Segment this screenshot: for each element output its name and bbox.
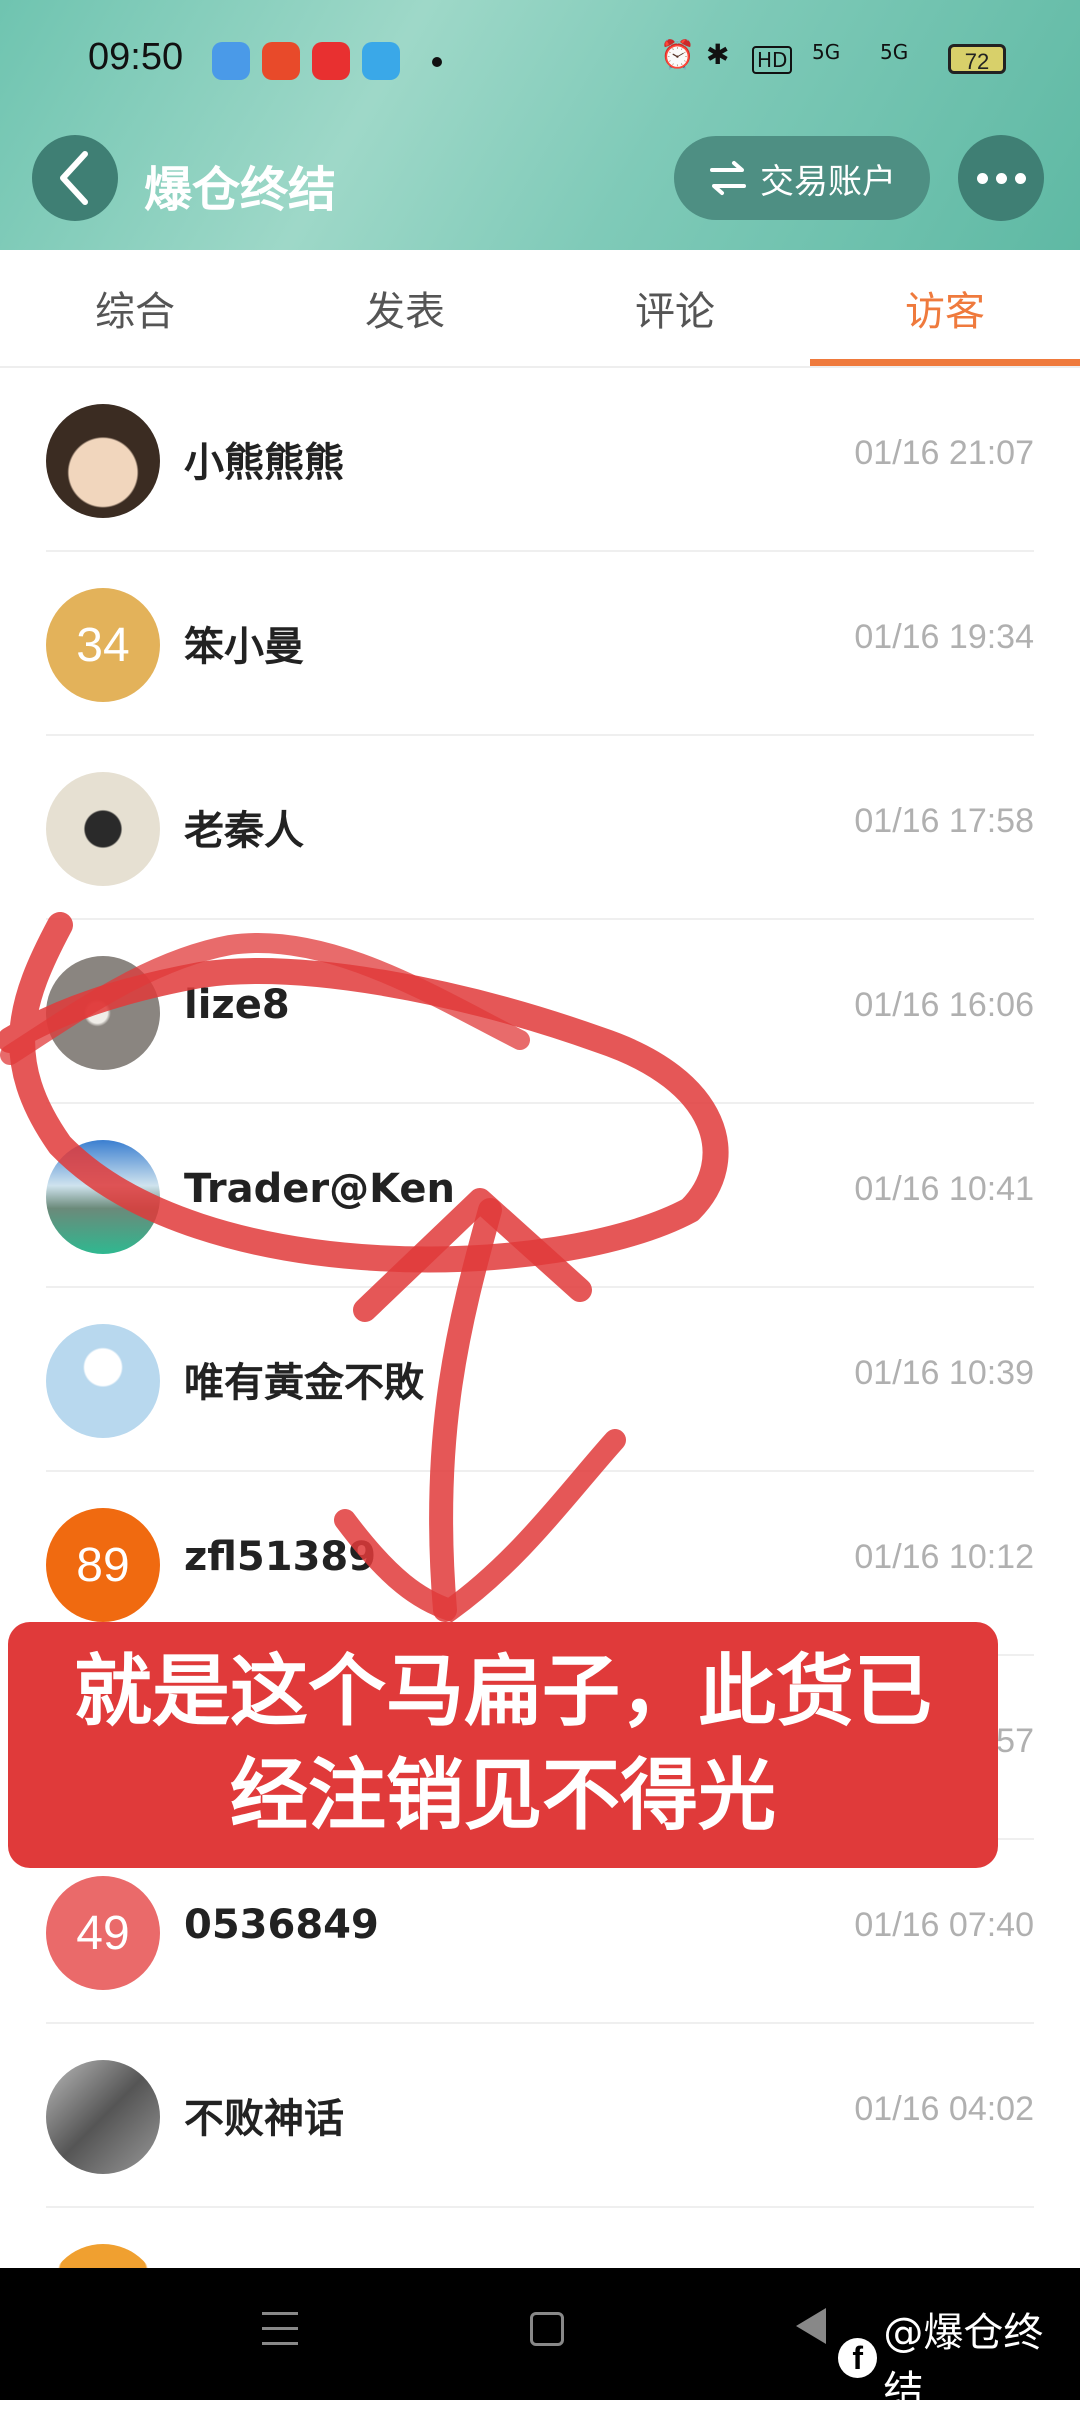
list-item[interactable]: 唯有黃金不敗 01/16 10:39	[0, 1288, 1080, 1472]
visit-time: 01/16 19:34	[854, 618, 1034, 656]
avatar: 49	[46, 1876, 160, 1990]
visitor-name: 笨小曼	[184, 624, 304, 670]
avatar: 34	[46, 588, 160, 702]
status-bar: 09:50 ⏰ ✱ HD 5G 5G 72	[0, 0, 1080, 125]
visit-time: 01/16 10:12	[854, 1538, 1034, 1576]
visitor-name: 唯有黃金不敗	[184, 1360, 424, 1406]
signal-5g-icon: 5G	[812, 40, 841, 64]
visitor-name: 不败神话	[184, 2096, 344, 2142]
facebook-icon: f	[838, 2338, 878, 2378]
chevron-left-icon	[60, 151, 88, 205]
page-title: 爆仓终结	[144, 162, 337, 218]
list-item[interactable]: 不败神话 01/16 04:02	[0, 2024, 1080, 2208]
more-dot-icon	[995, 172, 1007, 184]
annotation-line-1: 就是这个马扁子，此货已	[73, 1647, 932, 1737]
annotation-line-2: 经注销见不得光	[229, 1751, 776, 1841]
visitor-name: 小熊熊熊	[184, 440, 344, 486]
list-item[interactable]: lize8 01/16 16:06	[0, 920, 1080, 1104]
bluetooth-icon: ✱	[706, 38, 730, 71]
list-item[interactable]: 34 笨小曼 01/16 19:34	[0, 552, 1080, 736]
visit-time: 01/16 17:58	[854, 802, 1034, 840]
list-item[interactable]: Trader@Ken 01/16 10:41	[0, 1104, 1080, 1288]
browser-app-icon	[362, 42, 400, 80]
visit-time: 01/16 21:07	[854, 434, 1034, 472]
tab-bar: 综合 发表 评论 访客	[0, 250, 1080, 368]
more-options-button[interactable]	[958, 135, 1044, 221]
alarm-icon: ⏰	[660, 38, 695, 71]
home-button[interactable]	[530, 2312, 564, 2346]
status-time: 09:50	[88, 36, 184, 78]
trading-account-label: 交易账户	[760, 161, 896, 202]
menu-line-icon	[262, 2342, 298, 2345]
menu-line-icon	[262, 2327, 298, 2330]
more-dot-icon	[1014, 172, 1026, 184]
watermark-text: @爆仓终结	[883, 2310, 1044, 2414]
recent-apps-button[interactable]	[262, 2312, 298, 2348]
visit-time: 01/16 07:40	[854, 1906, 1034, 1944]
tab-overview[interactable]: 综合	[0, 250, 270, 366]
visitor-name: 0536849	[184, 1902, 379, 1948]
visitor-name: 老秦人	[184, 808, 304, 854]
swap-arrows-icon	[710, 161, 746, 195]
annotation-banner: 就是这个马扁子，此货已 经注销见不得光	[8, 1622, 998, 1868]
list-item[interactable]: 小熊熊熊 01/16 21:07	[0, 368, 1080, 552]
more-notifications-dot	[432, 57, 442, 67]
visit-time: 01/16 16:06	[854, 986, 1034, 1024]
hd-icon: HD	[752, 46, 793, 74]
back-triangle-icon[interactable]	[796, 2308, 826, 2344]
app-notification-icon	[212, 42, 250, 80]
trading-account-button[interactable]: 交易账户	[674, 136, 930, 220]
back-button[interactable]	[32, 135, 118, 221]
visit-time: 57	[996, 1722, 1034, 1760]
app-notification-icon	[262, 42, 300, 80]
tab-visitors[interactable]: 访客	[810, 250, 1080, 366]
avatar: 89	[46, 1508, 160, 1622]
watermark: f @爆仓终结	[838, 2300, 1080, 2416]
avatar	[46, 1324, 160, 1438]
avatar	[46, 956, 160, 1070]
list-item[interactable]: 老秦人 01/16 17:58	[0, 736, 1080, 920]
visitor-name: zfl51389	[184, 1534, 377, 1580]
visitor-name: lize8	[184, 982, 290, 1028]
avatar	[46, 772, 160, 886]
avatar	[46, 1140, 160, 1254]
news-app-icon	[312, 42, 350, 80]
tab-posts[interactable]: 发表	[270, 250, 540, 366]
signal-5g-icon-2: 5G	[880, 40, 909, 64]
avatar	[46, 2060, 160, 2174]
app-header: 09:50 ⏰ ✱ HD 5G 5G 72 爆仓终结 交易账户	[0, 0, 1080, 250]
tab-comments[interactable]: 评论	[540, 250, 810, 366]
menu-line-icon	[262, 2312, 298, 2315]
system-nav-bar: f @爆仓终结	[0, 2268, 1080, 2414]
visit-time: 01/16 10:41	[854, 1170, 1034, 1208]
visitor-name: Trader@Ken	[184, 1166, 455, 1212]
visit-time: 01/16 04:02	[854, 2090, 1034, 2128]
avatar	[46, 404, 160, 518]
battery-icon: 72	[948, 44, 1006, 74]
visit-time: 01/16 10:39	[854, 1354, 1034, 1392]
more-dot-icon	[976, 172, 988, 184]
